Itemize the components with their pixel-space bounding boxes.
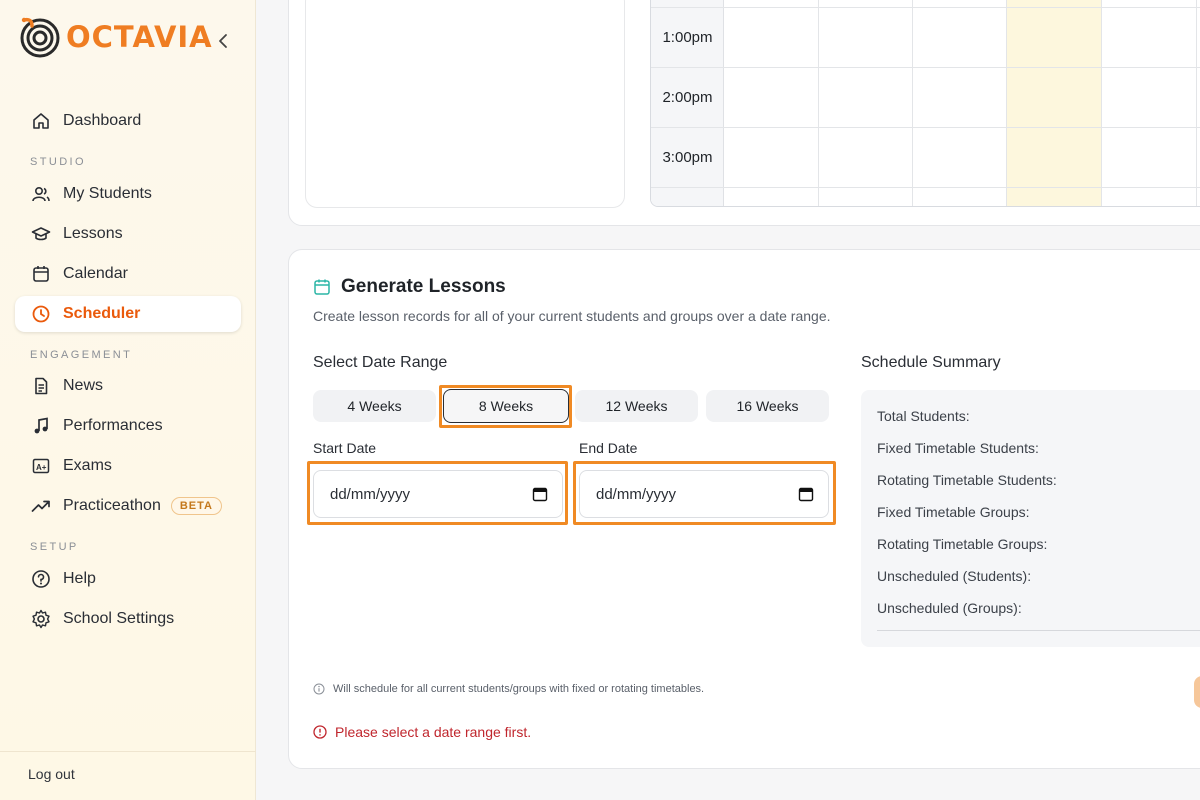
calendar-icon <box>31 264 51 284</box>
sidebar-item-exams[interactable]: A+ Exams <box>15 448 241 484</box>
summary-row: Unscheduled (Groups): <box>877 600 1022 616</box>
home-icon <box>31 111 51 131</box>
summary-divider <box>877 630 1200 631</box>
brand-name: OCTAVIA <box>66 20 213 54</box>
clock-icon <box>31 304 51 324</box>
section-label-studio: STUDIO <box>30 156 86 168</box>
sidebar-item-performances[interactable]: Performances <box>15 408 241 444</box>
schedule-summary-title: Schedule Summary <box>861 354 1001 371</box>
sidebar-item-label: Lessons <box>63 225 123 242</box>
octavia-logo-icon <box>20 17 60 58</box>
brand-logo[interactable]: OCTAVIA <box>18 16 213 58</box>
svg-text:A+: A+ <box>36 463 47 472</box>
sidebar-item-label: School Settings <box>63 610 175 627</box>
sidebar-item-label: Practiceathon <box>63 497 161 514</box>
sidebar-item-label: Calendar <box>63 265 128 282</box>
alert-circle-icon <box>313 725 327 739</box>
error-message: Please select a date range first. <box>313 724 531 740</box>
time-slot-label: 2:00pm <box>662 89 713 106</box>
sidebar-item-dashboard[interactable]: Dashboard <box>15 103 241 139</box>
sidebar-item-label: Scheduler <box>63 305 141 322</box>
section-label-setup: SETUP <box>30 541 79 553</box>
sidebar-item-school-settings[interactable]: School Settings <box>15 601 241 637</box>
sidebar-item-label: News <box>63 377 104 394</box>
sidebar-divider <box>0 751 256 752</box>
12-weeks-button[interactable]: 12 Weeks <box>575 390 698 422</box>
generate-lessons-subtitle: Create lesson records for all of your cu… <box>313 308 831 324</box>
sidebar-item-news[interactable]: News <box>15 368 241 404</box>
trending-up-icon <box>31 496 51 516</box>
generate-lessons-title: Generate Lessons <box>341 276 506 297</box>
today-column-highlight <box>1007 0 1101 206</box>
16-weeks-button[interactable]: 16 Weeks <box>706 390 829 422</box>
highlight-box <box>439 385 572 428</box>
calendar-icon <box>314 279 330 295</box>
info-icon <box>313 683 325 695</box>
error-message-text: Please select a date range first. <box>335 724 532 740</box>
summary-row: Total Students: <box>877 408 970 424</box>
time-slot-label: 1:00pm <box>662 29 713 46</box>
sidebar-item-practiceathon[interactable]: Practiceathon BETA <box>15 488 241 524</box>
end-date-label: End Date <box>579 440 638 456</box>
start-date-label: Start Date <box>313 440 377 456</box>
summary-row: Fixed Timetable Groups: <box>877 504 1030 520</box>
schedule-note-text: Will schedule for all current students/g… <box>333 683 705 695</box>
sidebar-item-label: My Students <box>63 185 152 202</box>
sidebar-item-label: Help <box>63 570 96 587</box>
summary-row: Fixed Timetable Students: <box>877 440 1039 456</box>
4-weeks-button[interactable]: 4 Weeks <box>313 390 436 422</box>
sidebar-item-calendar[interactable]: Calendar <box>15 256 241 292</box>
highlight-box <box>573 461 836 525</box>
sidebar-item-my-students[interactable]: My Students <box>15 176 241 212</box>
users-icon <box>31 184 51 204</box>
sidebar-item-label: Performances <box>63 417 163 434</box>
sidebar-item-help[interactable]: Help <box>15 561 241 597</box>
timetable-grid: 1:00pm 2:00pm 3:00pm <box>650 0 1200 207</box>
music-note-icon <box>31 416 51 436</box>
chevron-left-icon <box>219 34 227 48</box>
sidebar-item-label: Dashboard <box>63 112 142 129</box>
time-slot-label: 3:00pm <box>662 149 713 166</box>
sidebar-item-lessons[interactable]: Lessons <box>15 216 241 252</box>
timetable-side-panel <box>305 0 625 208</box>
sidebar-item-scheduler[interactable]: Scheduler <box>15 296 241 332</box>
summary-row: Unscheduled (Students): <box>877 568 1032 584</box>
date-range-label: Select Date Range <box>313 354 448 371</box>
logout-link[interactable]: Log out <box>28 766 75 782</box>
summary-row: Rotating Timetable Groups: <box>877 536 1048 552</box>
collapse-sidebar-button[interactable] <box>214 30 232 52</box>
document-icon <box>31 376 51 396</box>
sidebar-item-label: Exams <box>63 457 112 474</box>
generate-lessons-header: Generate Lessons <box>313 276 506 298</box>
grade-icon: A+ <box>31 456 51 476</box>
section-label-engagement: ENGAGEMENT <box>30 349 133 361</box>
help-circle-icon <box>31 569 51 589</box>
schedule-note: Will schedule for all current students/g… <box>313 683 704 695</box>
graduation-cap-icon <box>31 224 51 244</box>
summary-row: Rotating Timetable Students: <box>877 472 1057 488</box>
gear-icon <box>31 609 51 629</box>
sidebar: OCTAVIA Dashboard STUDIO My Students Les… <box>0 0 256 800</box>
highlight-box <box>307 461 568 525</box>
beta-badge: BETA <box>170 497 222 515</box>
generate-button-edge[interactable] <box>1194 676 1200 708</box>
